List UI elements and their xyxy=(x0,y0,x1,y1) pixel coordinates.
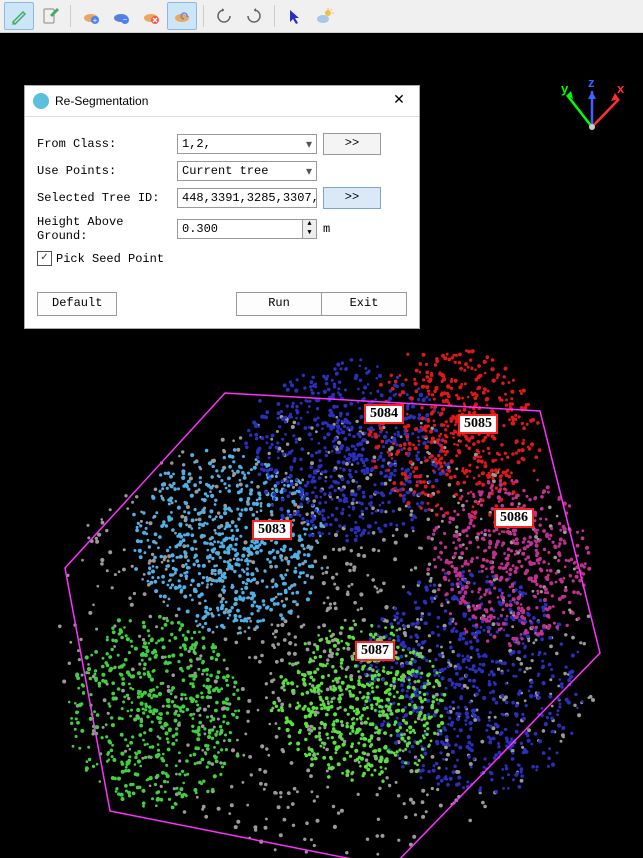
toolbar-separator xyxy=(274,5,275,27)
selected-tree-label: Selected Tree ID: xyxy=(37,191,177,205)
run-button[interactable]: Run xyxy=(236,292,322,316)
selected-tree-pick-button[interactable]: >> xyxy=(323,187,381,209)
svg-text:+: + xyxy=(93,16,98,25)
viewport-3d[interactable]: 5083 5084 5085 5086 5087 y z x Re-Segmen… xyxy=(0,33,643,858)
from-class-combo[interactable]: 1,2, xyxy=(177,134,317,154)
dialog-title: Re-Segmentation xyxy=(55,94,387,108)
default-button[interactable]: Default xyxy=(37,292,117,316)
height-label: Height Above Ground: xyxy=(37,215,177,243)
dialog-body: From Class: 1,2, >> Use Points: Current … xyxy=(25,117,419,286)
use-points-combo[interactable]: Current tree xyxy=(177,161,317,181)
rotate-cw-icon[interactable] xyxy=(240,3,268,29)
tree-label-5087[interactable]: 5087 xyxy=(355,641,395,661)
resegmentation-dialog: Re-Segmentation ✕ From Class: 1,2, >> Us… xyxy=(24,85,420,329)
close-icon[interactable]: ✕ xyxy=(387,91,411,111)
pencil-tool-icon[interactable] xyxy=(4,2,34,30)
pick-seed-label: Pick Seed Point xyxy=(56,252,164,266)
cloud-refresh-icon[interactable] xyxy=(167,2,197,30)
spinner-buttons[interactable]: ▲▼ xyxy=(302,220,316,238)
edit-page-icon[interactable] xyxy=(36,3,64,29)
rotate-ccw-icon[interactable] xyxy=(210,3,238,29)
from-class-label: From Class: xyxy=(37,137,177,151)
use-points-label: Use Points: xyxy=(37,164,177,178)
height-spinner[interactable]: 0.300 ▲▼ xyxy=(177,219,317,239)
app-icon xyxy=(33,93,49,109)
pointer-tool-icon[interactable] xyxy=(281,3,309,29)
exit-button[interactable]: Exit xyxy=(321,292,407,316)
from-class-pick-button[interactable]: >> xyxy=(323,133,381,155)
toolbar: + − xyxy=(0,0,643,33)
height-unit: m xyxy=(323,222,330,236)
pick-seed-checkbox[interactable]: ✓ xyxy=(37,251,52,266)
svg-text:−: − xyxy=(123,15,128,24)
axis-widget[interactable]: y z x xyxy=(555,77,629,151)
dialog-titlebar[interactable]: Re-Segmentation ✕ xyxy=(25,86,419,117)
tree-label-5083[interactable]: 5083 xyxy=(252,520,292,540)
cloud-delete-icon[interactable] xyxy=(137,3,165,29)
toolbar-separator xyxy=(203,5,204,27)
selected-tree-input[interactable]: 448,3391,3285,3307,3360 xyxy=(177,188,317,208)
cloud-add-icon[interactable]: + xyxy=(77,3,105,29)
toolbar-separator xyxy=(70,5,71,27)
tree-label-5086[interactable]: 5086 xyxy=(494,508,534,528)
tree-label-5084[interactable]: 5084 xyxy=(364,404,404,424)
cloud-remove-icon[interactable]: − xyxy=(107,3,135,29)
tree-label-5085[interactable]: 5085 xyxy=(458,414,498,434)
cloud-sun-icon[interactable] xyxy=(311,3,339,29)
